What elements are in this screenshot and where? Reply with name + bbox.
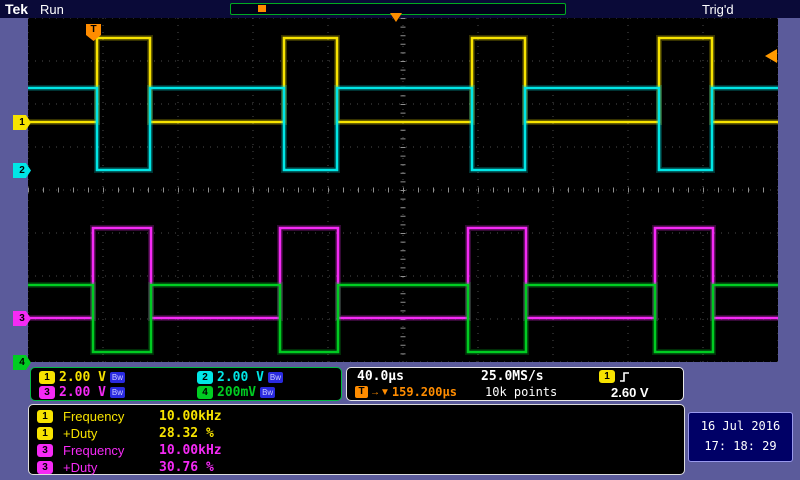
- channel-readout-box: 1 2.00 V Bw 2 2.00 V Bw 3 2.00 V Bw 4 20…: [30, 367, 342, 401]
- ch3-trace: [28, 225, 778, 321]
- trigger-t-badge: T: [355, 386, 368, 398]
- ch4-scale: 200mV: [217, 385, 257, 400]
- ch2-badge: 2: [197, 371, 213, 384]
- ch2-trace: [28, 85, 778, 173]
- measurement-ch-badge: 1: [37, 427, 53, 440]
- ch3-readout: 3 2.00 V Bw: [39, 385, 125, 400]
- ch4-badge: 4: [197, 386, 213, 399]
- trigger-flag-label: T: [90, 24, 97, 35]
- waveform-display: T: [28, 18, 778, 362]
- trigger-level-readout: 2.60 V: [611, 385, 649, 400]
- measurement-name: Frequency: [63, 443, 125, 458]
- horizontal-trigger-box: 40.0µs T →▼ 159.200µs 25.0MS/s 10k point…: [346, 367, 684, 401]
- rising-edge-icon: [620, 371, 629, 382]
- ch1-badge: 1: [39, 371, 55, 384]
- measurement-name: Frequency: [63, 409, 125, 424]
- ch4-readout: 4 200mV Bw: [197, 385, 276, 400]
- ch3-bandwidth-badge: Bw: [109, 387, 125, 398]
- ch3-trace: [28, 226, 778, 320]
- tek-logo: Tek: [5, 1, 29, 17]
- measurements-box: 1 Frequency 10.00kHz 1 +Duty 28.32 % 3 F…: [28, 404, 685, 475]
- ch1-bandwidth-badge: Bw: [109, 372, 125, 383]
- trigger-source-badge: 1: [599, 370, 615, 383]
- sample-rate-readout: 25.0MS/s: [481, 369, 544, 384]
- measurement-row: 1 Frequency 10.00kHz: [37, 409, 222, 424]
- trigger-source: 1: [599, 370, 631, 383]
- measurement-row: 1 +Duty 28.32 %: [37, 426, 214, 441]
- trigger-level-arrow-icon: [765, 49, 777, 63]
- measurement-ch-badge: 3: [37, 444, 53, 457]
- record-trigger-marker-icon: [258, 5, 266, 12]
- ch4-bandwidth-badge: Bw: [260, 387, 276, 398]
- ch2-bandwidth-badge: Bw: [267, 372, 283, 383]
- measurement-value: 10.00kHz: [159, 409, 222, 424]
- ch2-scale: 2.00 V: [217, 370, 264, 385]
- ch2-trace: [28, 86, 778, 172]
- ch2-readout: 2 2.00 V Bw: [197, 370, 283, 385]
- date-readout: 16 Jul 2016: [700, 419, 781, 433]
- measurement-value: 30.76 %: [159, 460, 214, 475]
- measurement-ch-badge: 3: [37, 461, 53, 474]
- delay-arrow-icon: →▼: [370, 386, 390, 398]
- window-position-arrow-icon: [390, 13, 402, 22]
- measurement-name: +Duty: [63, 460, 98, 475]
- record-length-readout: 10k points: [485, 385, 558, 399]
- time-readout: 17: 18: 29: [704, 439, 777, 453]
- measurement-value: 28.32 %: [159, 426, 214, 441]
- ch3-scale: 2.00 V: [59, 385, 106, 400]
- ch3-badge: 3: [39, 386, 55, 399]
- acquisition-status: Run: [40, 2, 64, 17]
- measurement-row: 3 Frequency 10.00kHz: [37, 443, 222, 458]
- measurement-name: +Duty: [63, 426, 98, 441]
- timebase-readout: 40.0µs: [357, 369, 404, 384]
- trigger-status: Trig'd: [702, 2, 734, 17]
- ch1-scale: 2.00 V: [59, 370, 106, 385]
- measurement-row: 3 +Duty 30.76 %: [37, 460, 214, 475]
- measurement-ch-badge: 1: [37, 410, 53, 423]
- measurement-value: 10.00kHz: [159, 443, 222, 458]
- waveform-svg: [28, 18, 778, 362]
- datetime-box: 16 Jul 2016 17: 18: 29: [688, 412, 793, 462]
- delay-value: 159.200µs: [391, 385, 457, 399]
- ch1-readout: 1 2.00 V Bw: [39, 370, 125, 385]
- delay-readout: T →▼ 159.200µs: [355, 385, 457, 399]
